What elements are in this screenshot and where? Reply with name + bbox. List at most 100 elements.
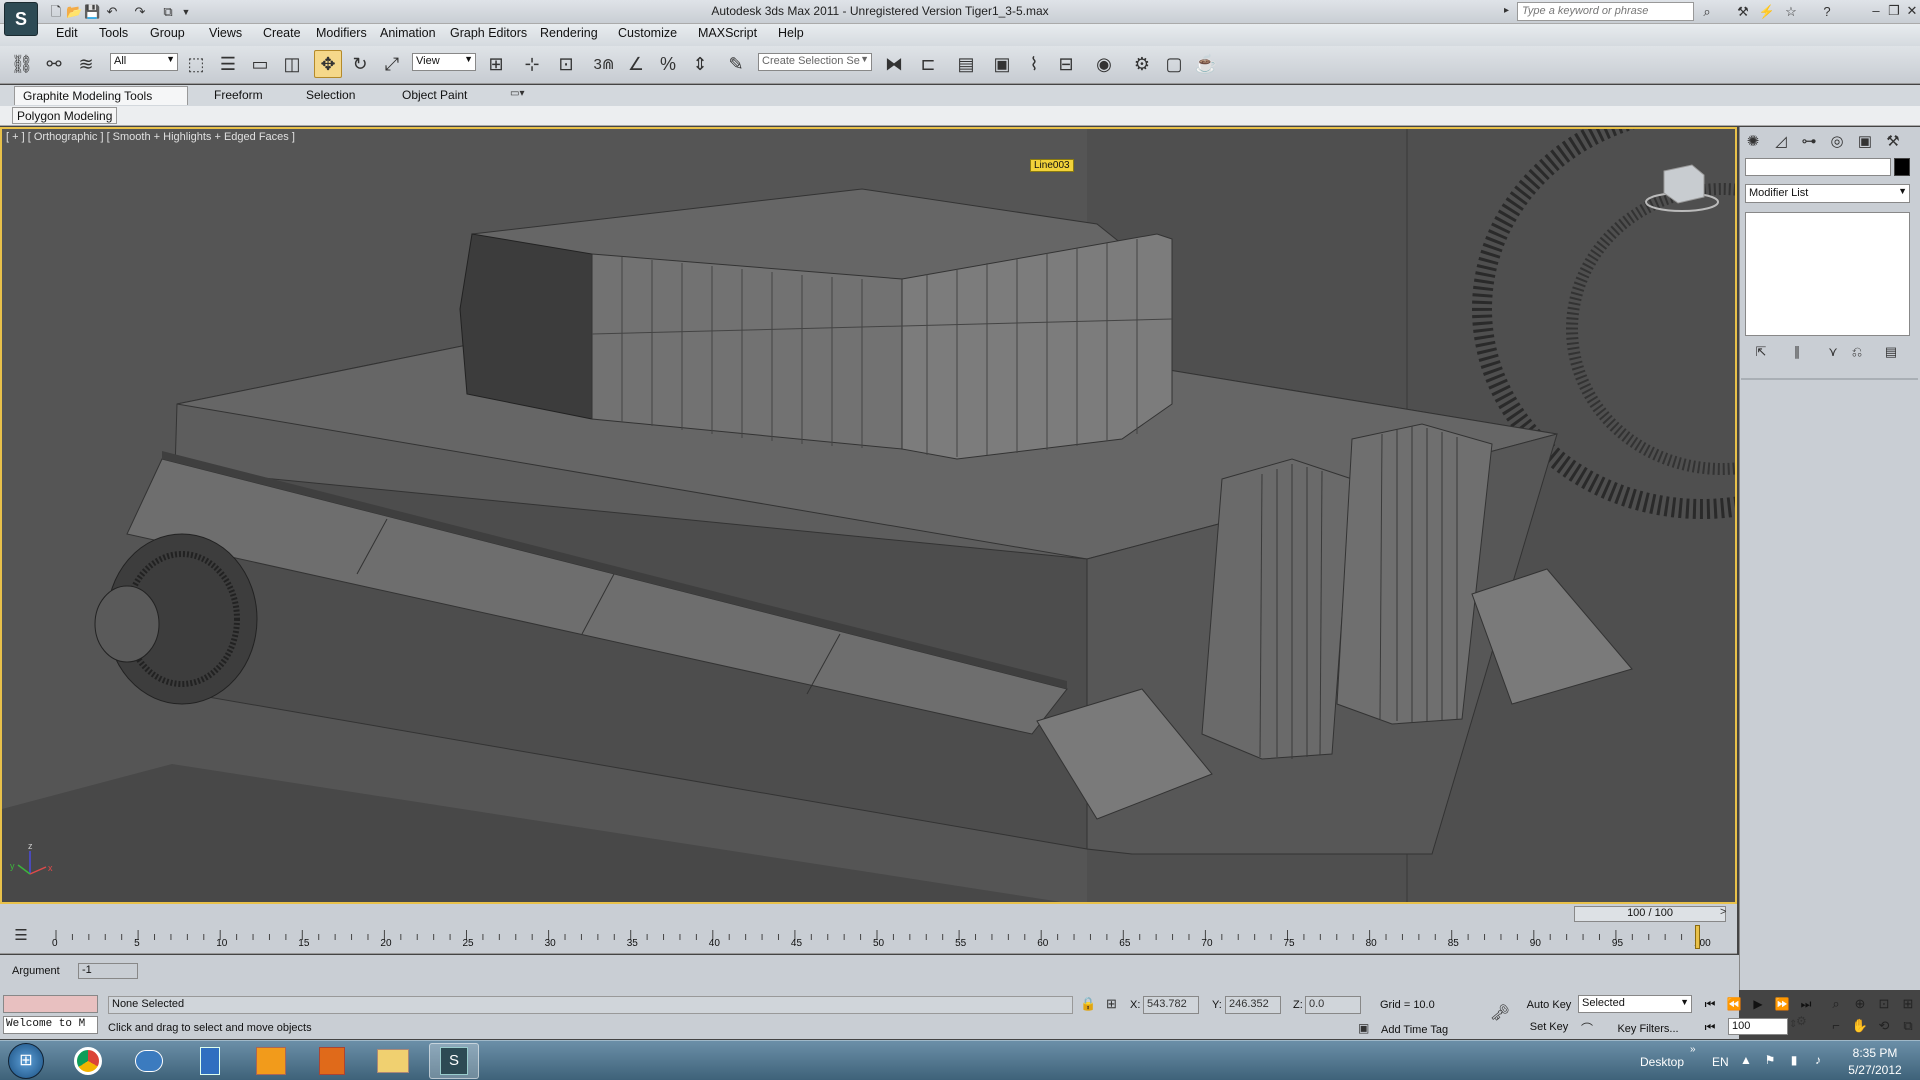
- make-unique-icon[interactable]: ⋎: [1822, 342, 1844, 362]
- next-key-icon[interactable]: ⏩: [1772, 995, 1792, 1013]
- key-tangent-icon[interactable]: ⌒: [1581, 1020, 1593, 1037]
- render-setup-icon[interactable]: ⚙: [1128, 50, 1156, 78]
- select-manipulate-icon[interactable]: ⊹: [518, 50, 546, 78]
- set-key-button[interactable]: Set Key: [1525, 1018, 1573, 1036]
- project-folder-icon[interactable]: ⧉: [160, 4, 176, 20]
- language-indicator[interactable]: EN: [1712, 1055, 1729, 1069]
- create-panel-icon[interactable]: ✺: [1742, 131, 1764, 153]
- selection-lock-icon[interactable]: 🔒: [1080, 996, 1096, 1012]
- edit-named-selection-icon[interactable]: ✎: [722, 50, 750, 78]
- explorer-icon[interactable]: [368, 1043, 418, 1079]
- quick-access-dropdown-icon[interactable]: ▼: [178, 4, 194, 20]
- key-mode-dropdown[interactable]: Selected ▼: [1578, 995, 1692, 1013]
- desktop-expand-icon[interactable]: »: [1690, 1044, 1696, 1055]
- zoom-icon[interactable]: ⌕: [1826, 994, 1846, 1014]
- zoom-extents-icon[interactable]: ⊡: [1874, 994, 1894, 1014]
- window-crossing-icon[interactable]: ◫: [278, 50, 306, 78]
- remove-modifier-icon[interactable]: ⎌: [1846, 342, 1868, 362]
- save-file-icon[interactable]: 💾: [84, 4, 100, 20]
- playhead-marker[interactable]: [1695, 925, 1700, 949]
- start-button[interactable]: ⊞: [8, 1043, 44, 1079]
- menu-help[interactable]: Help: [778, 26, 804, 40]
- modifier-list-dropdown[interactable]: Modifier List ▼: [1745, 184, 1910, 203]
- link-icon[interactable]: ⛓: [8, 50, 36, 78]
- layer-manager-icon[interactable]: ▤: [952, 50, 980, 78]
- favorites-icon[interactable]: ☆: [1782, 3, 1800, 21]
- percent-snap-icon[interactable]: %: [654, 50, 682, 78]
- modify-panel-icon[interactable]: ◿: [1770, 131, 1792, 153]
- maxscript-listener-mini[interactable]: [3, 995, 98, 1013]
- help-icon[interactable]: ?: [1818, 3, 1836, 21]
- go-to-end-icon[interactable]: ⏭: [1796, 995, 1816, 1013]
- viewport-label[interactable]: [ + ] [ Orthographic ] [ Smooth + Highli…: [6, 131, 295, 143]
- tab-freeform[interactable]: Freeform: [206, 86, 271, 105]
- argument-field[interactable]: -1: [78, 963, 138, 979]
- search-expand-icon[interactable]: ▸: [1504, 5, 1509, 16]
- 3dsmax-icon[interactable]: S: [429, 1043, 479, 1079]
- named-selection-dropdown[interactable]: Create Selection Se ▼: [758, 53, 872, 71]
- redo-icon[interactable]: ↷: [132, 4, 148, 20]
- align-icon[interactable]: ⊏: [914, 50, 942, 78]
- spinner-snap-icon[interactable]: ⇕: [686, 50, 714, 78]
- menu-views[interactable]: Views: [209, 26, 242, 40]
- select-and-move-icon[interactable]: ✥: [314, 50, 342, 78]
- configure-modifier-sets-icon[interactable]: ▤: [1880, 342, 1902, 362]
- new-file-icon[interactable]: 🗋: [48, 4, 64, 20]
- z-coord-field[interactable]: 0.0: [1305, 996, 1361, 1014]
- pivot-center-icon[interactable]: ⊞: [482, 50, 510, 78]
- add-time-tag[interactable]: Add Time Tag: [1381, 1024, 1448, 1036]
- reference-coordinate-dropdown[interactable]: View ▼: [412, 53, 476, 71]
- motion-panel-icon[interactable]: ◎: [1826, 131, 1848, 153]
- menu-customize[interactable]: Customize: [618, 26, 677, 40]
- menu-group[interactable]: Group: [150, 26, 185, 40]
- time-configuration-icon[interactable]: ⚙: [1796, 1014, 1807, 1028]
- show-end-result-icon[interactable]: ∥: [1786, 342, 1808, 362]
- winrar-icon[interactable]: [307, 1043, 357, 1079]
- mirror-icon[interactable]: ⧓: [880, 50, 908, 78]
- close-icon[interactable]: ✕: [1904, 2, 1920, 20]
- action-center-icon[interactable]: ⚑: [1762, 1053, 1778, 1069]
- next-frame-icon[interactable]: >: [1720, 906, 1726, 918]
- absolute-mode-icon[interactable]: ⊞: [1106, 996, 1117, 1012]
- open-mini-curve-editor-icon[interactable]: ☰: [10, 926, 32, 948]
- object-color-swatch[interactable]: [1894, 158, 1910, 176]
- subscription-icon[interactable]: ⚒: [1734, 3, 1752, 21]
- select-and-scale-icon[interactable]: ⤢: [378, 50, 406, 78]
- menu-modifiers[interactable]: Modifiers: [316, 26, 367, 40]
- previous-key-icon[interactable]: ⏪: [1724, 995, 1744, 1013]
- key-icon[interactable]: 🗝: [1487, 1003, 1513, 1025]
- graphite-toggle-icon[interactable]: ▣: [988, 50, 1016, 78]
- rectangular-selection-icon[interactable]: ▭: [246, 50, 274, 78]
- schematic-view-icon[interactable]: ⊟: [1052, 50, 1080, 78]
- menu-tools[interactable]: Tools: [99, 26, 128, 40]
- undo-icon[interactable]: ↶: [104, 4, 120, 20]
- dlink-icon[interactable]: [246, 1043, 296, 1079]
- y-coord-field[interactable]: 246.352: [1225, 996, 1281, 1014]
- network-icon[interactable]: ▮: [1786, 1053, 1802, 1069]
- chrome-icon[interactable]: [63, 1043, 113, 1079]
- show-hidden-icons-icon[interactable]: ▲: [1738, 1053, 1754, 1069]
- modifier-stack[interactable]: [1745, 212, 1910, 336]
- search-input[interactable]: Type a keyword or phrase: [1517, 2, 1694, 21]
- menu-maxscript[interactable]: MAXScript: [698, 26, 757, 40]
- zoom-extents-all-icon[interactable]: ⊞: [1898, 994, 1918, 1014]
- volume-icon[interactable]: ♪: [1810, 1053, 1826, 1069]
- maximize-viewport-icon[interactable]: ⧉: [1898, 1016, 1918, 1036]
- minimize-icon[interactable]: –: [1868, 2, 1884, 20]
- display-panel-icon[interactable]: ▣: [1854, 131, 1876, 153]
- auto-key-button[interactable]: Auto Key: [1525, 996, 1573, 1014]
- play-icon[interactable]: ▶: [1748, 995, 1768, 1013]
- field-of-view-icon[interactable]: ⌐: [1826, 1016, 1846, 1036]
- communication-icon[interactable]: ⚡: [1758, 3, 1776, 21]
- menu-animation[interactable]: Animation: [380, 26, 436, 40]
- angle-snap-icon[interactable]: ∠: [622, 50, 650, 78]
- render-production-icon[interactable]: ☕: [1192, 50, 1220, 78]
- utilities-panel-icon[interactable]: ⚒: [1882, 131, 1904, 153]
- go-to-start-icon[interactable]: ⏮: [1700, 995, 1720, 1013]
- clock-date[interactable]: 5/27/2012: [1843, 1063, 1907, 1077]
- tab-graphite-modeling-tools[interactable]: Graphite Modeling Tools: [14, 86, 188, 105]
- hierarchy-panel-icon[interactable]: ⊶: [1798, 131, 1820, 153]
- trackbar[interactable]: [0, 924, 1737, 954]
- desktop-toolbar[interactable]: Desktop: [1640, 1055, 1684, 1069]
- curve-editor-icon[interactable]: ⌇: [1020, 50, 1048, 78]
